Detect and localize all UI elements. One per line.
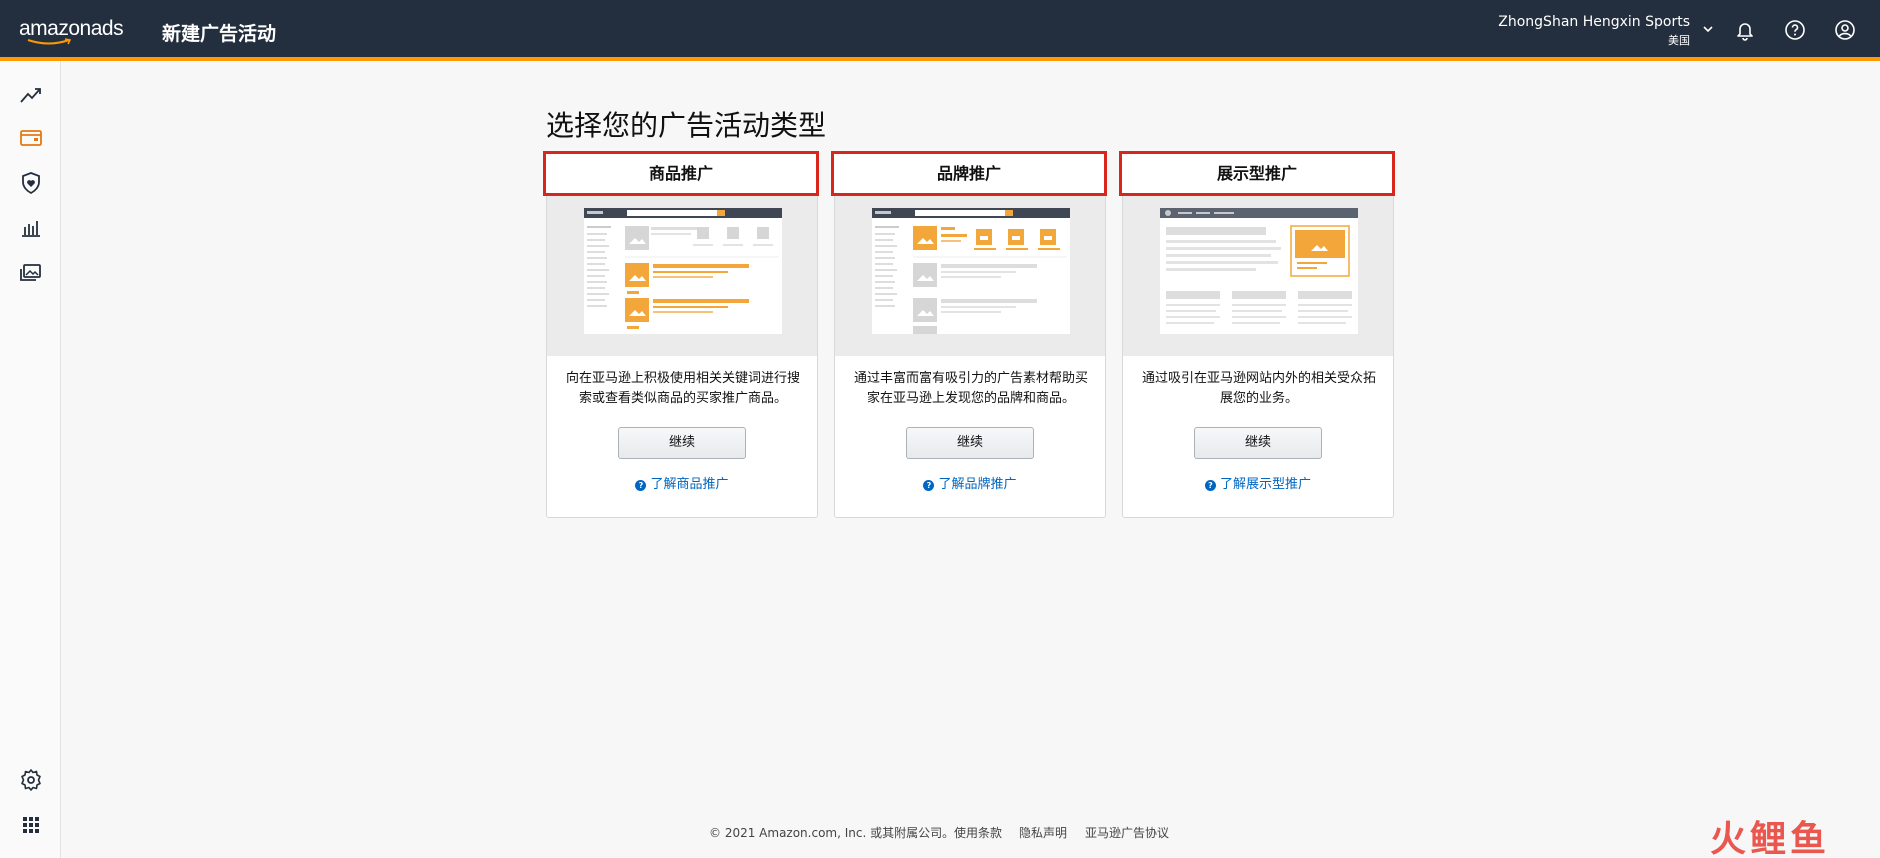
continue-button[interactable]: 继续 (618, 427, 746, 459)
continue-button[interactable]: 继续 (906, 427, 1034, 459)
left-sidebar (0, 61, 61, 858)
sponsored-products-preview-illustration (547, 196, 817, 356)
card-title: 品牌推广 (831, 151, 1107, 196)
learn-more-label[interactable]: 了解展示型推广 (1220, 477, 1311, 492)
learn-more-label[interactable]: 了解品牌推广 (938, 477, 1016, 492)
page-header-title: 新建广告活动 (162, 23, 277, 45)
sponsored-display-preview-illustration (1123, 196, 1393, 356)
footer-link-ads-agreement[interactable]: 亚马逊广告协议 (1085, 824, 1169, 841)
help-circle-icon: ? (1204, 480, 1216, 491)
sponsored-brands-preview-illustration (835, 196, 1105, 356)
learn-more-label[interactable]: 了解商品推广 (650, 477, 728, 492)
card-description: 通过吸引在亚马逊网站内外的相关受众拓展您的业务。 (1141, 371, 1376, 406)
campaign-type-card-sponsored-brands[interactable]: 品牌推广 通过丰富而富有吸引力的广告素材帮助买家在亚马逊上发现您的品牌和商品。 … (831, 151, 1107, 518)
amazon-smile-logo-icon (27, 38, 72, 45)
help-circle-icon: ? (635, 480, 647, 491)
footer-link-terms[interactable]: 使用条款 (954, 824, 1002, 841)
card-title: 商品推广 (543, 151, 819, 196)
campaign-type-card-sponsored-products[interactable]: 商品推广 向在亚马逊上积极使用相关关键词进行搜索或查看类似商品的买家推广商品。 … (543, 151, 819, 518)
media-library-icon[interactable] (18, 260, 44, 286)
account-switcher[interactable]: ZhongShan Hengxin Sports 美国 (1498, 14, 1690, 48)
chevron-down-icon[interactable] (1701, 22, 1715, 36)
learn-more-link[interactable]: ? 了解品牌推广 (835, 473, 1105, 492)
display-ad-illustration (1160, 208, 1358, 334)
product-listing-illustration (584, 208, 782, 334)
learn-more-link[interactable]: ? 了解商品推广 (547, 473, 817, 492)
trend-chart-icon[interactable] (18, 81, 44, 107)
brand-shield-icon[interactable] (18, 170, 44, 196)
learn-more-link[interactable]: ? 了解展示型推广 (1123, 473, 1393, 492)
card-description: 通过丰富而富有吸引力的广告素材帮助买家在亚马逊上发现您的品牌和商品。 (853, 371, 1088, 406)
card-title: 展示型推广 (1119, 151, 1395, 196)
settings-gear-icon[interactable] (18, 767, 44, 793)
brand-banner-illustration (872, 208, 1070, 334)
continue-button[interactable]: 继续 (1194, 427, 1322, 459)
card-description: 向在亚马逊上积极使用相关关键词进行搜索或查看类似商品的买家推广商品。 (565, 371, 800, 406)
apps-grid-icon[interactable] (18, 812, 44, 838)
top-navigation-bar: amazonads 新建广告活动 ZhongShan Hengxin Sport… (0, 0, 1880, 61)
copyright-text: © 2021 Amazon.com, Inc. 或其附属公司。 (709, 826, 955, 840)
campaign-type-card-sponsored-display[interactable]: 展示型推广 通过吸引在亚马逊网站内外的相关受众拓展您的业务。 继续 ? 了解展示… (1119, 151, 1395, 518)
account-name[interactable]: ZhongShan Hengxin Sports (1498, 14, 1690, 30)
watermark-logo: 火鲤鱼 (1710, 819, 1831, 858)
footer-link-privacy[interactable]: 隐私声明 (1019, 824, 1067, 841)
bar-chart-icon[interactable] (18, 215, 44, 241)
bell-icon[interactable] (1732, 17, 1758, 43)
page-title: 选择您的广告活动类型 (546, 109, 827, 142)
campaign-manager-icon[interactable] (18, 125, 44, 151)
account-region[interactable]: 美国 (1498, 32, 1690, 48)
help-circle-icon: ? (923, 480, 935, 491)
user-profile-icon[interactable] (1832, 17, 1858, 43)
help-icon[interactable] (1782, 17, 1808, 43)
